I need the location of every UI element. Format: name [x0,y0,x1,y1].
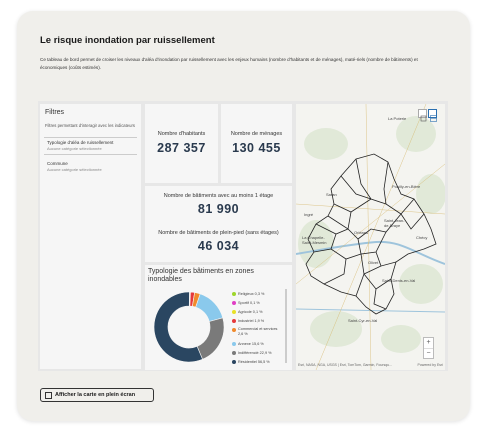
legend-swatch [232,291,236,296]
kpi-bat-plain-label: Nombre de bâtiments de plein-pied (sans … [158,230,279,236]
zoom-in-button[interactable]: + [424,338,433,348]
kpi-bat-etage-value: 81 990 [197,202,240,216]
filters-title: Filtres [45,109,65,116]
svg-text:Pouilly-en-Bière: Pouilly-en-Bière [392,184,421,189]
legend-item[interactable]: Agricole 0,1 % [232,309,262,315]
basemap-button[interactable] [428,109,437,122]
page-title: Le risque inondation par ruissellement [40,35,215,46]
svg-text:Saran: Saran [326,192,337,197]
legend-swatch [232,327,236,332]
map-attribution: Esri, NASA, NGA, USGS | Esri, TomTom, Ga… [298,363,393,367]
legend-scrollbar[interactable] [285,289,287,363]
legend-item[interactable]: Commercial et services 2,6 % [232,327,282,336]
kpi-menages-label: Nombre de ménages [230,131,283,137]
legend-swatch [232,359,236,364]
legend-swatch [232,341,236,346]
filters-panel: Filtres Filtres permettant d'interagir a… [40,104,141,369]
svg-text:de-Braye: de-Braye [384,223,401,228]
svg-text:Olivet: Olivet [368,260,379,265]
filter-typologie-value: Aucune catégorie sélectionnée [47,145,102,151]
fullscreen-icon [45,391,52,399]
kpi-menages-value: 130 455 [232,141,281,155]
legend-swatch [232,350,236,355]
map-canvas: La Poterie Pouilly-en-Bière Orléans Sara… [296,104,445,370]
legend-label: Agricole 0,1 % [238,310,263,314]
filter-typologie[interactable]: Typologie d'aléa de ruissellement Aucune… [44,137,137,155]
legend-label: Sportif 0,1 % [238,301,260,305]
filter-commune[interactable]: Commune Aucune catégorie sélectionnée [44,159,137,175]
typology-panel: Typologie des bâtiments en zones inondab… [145,265,292,370]
kpi-bat-plain-value: 46 034 [197,239,240,253]
kpi-batiments: Nombre de bâtiments avec au moins 1 étag… [145,186,292,262]
legend-swatch [232,318,236,323]
legend-label: Commercial et services 2,6 % [238,327,278,336]
legend-label: Industriel 1,9 % [238,319,265,323]
legend-item[interactable]: Religieux 0,3 % [232,291,264,297]
fullscreen-map-button[interactable]: Afficher la carte en plein écran [40,388,154,402]
svg-text:Saint-Cyr-en-Val: Saint-Cyr-en-Val [348,318,377,323]
map-view[interactable]: La Poterie Pouilly-en-Bière Orléans Sara… [296,104,445,370]
basemap-icon [430,115,437,122]
legend-item[interactable]: Indifférencié 22,9 % [232,350,272,356]
kpi-habitants-label: Nombre d'habitants [157,131,206,137]
page-description: Ce tableau de bord permet de croiser les… [40,57,418,71]
svg-text:Chécy: Chécy [416,235,427,240]
legend-swatch [232,309,236,314]
svg-text:Saint-Denis-en-Val: Saint-Denis-en-Val [382,278,415,283]
typology-donut-chart [153,291,225,363]
legend-label: Annexe 15,6 % [238,342,264,346]
kpi-bat-etage-label: Nombre de bâtiments avec au moins 1 étag… [163,193,274,199]
legend-swatch [232,300,236,305]
legend-item[interactable]: Résidentiel 56,5 % [232,359,270,365]
svg-text:Ingré: Ingré [304,212,314,217]
legend-label: Résidentiel 56,5 % [238,360,270,364]
legend-item[interactable]: Industriel 1,9 % [232,318,264,324]
svg-text:La Poterie: La Poterie [388,116,407,121]
svg-text:Orléans: Orléans [354,230,368,235]
donut-slice[interactable] [196,317,225,360]
filter-commune-value: Aucune catégorie sélectionnée [47,166,102,172]
typology-title: Typologie des bâtiments en zones inondab… [148,268,254,283]
filters-hint: Filtres permettant d'interagir avec les … [45,123,135,128]
zoom-control: + − [423,337,434,359]
fullscreen-map-label: Afficher la carte en plein écran [55,392,136,398]
legend-item[interactable]: Annexe 15,6 % [232,341,264,347]
kpi-menages: Nombre de ménages 130 455 [221,104,292,183]
legend-label: Indifférencié 22,9 % [238,351,272,355]
legend-item[interactable]: Sportif 0,1 % [232,300,260,306]
layers-icon [420,115,427,122]
legend-label: Religieux 0,3 % [238,292,265,296]
kpi-habitants: Nombre d'habitants 287 357 [145,104,218,183]
kpi-habitants-value: 287 357 [157,141,206,155]
donut-slice[interactable] [195,293,224,322]
layers-button[interactable] [418,109,427,122]
svg-text:Saint-Mesmin: Saint-Mesmin [302,240,326,245]
map-powered-by[interactable]: Powered by Esri [418,363,443,367]
zoom-out-button[interactable]: − [424,348,433,358]
